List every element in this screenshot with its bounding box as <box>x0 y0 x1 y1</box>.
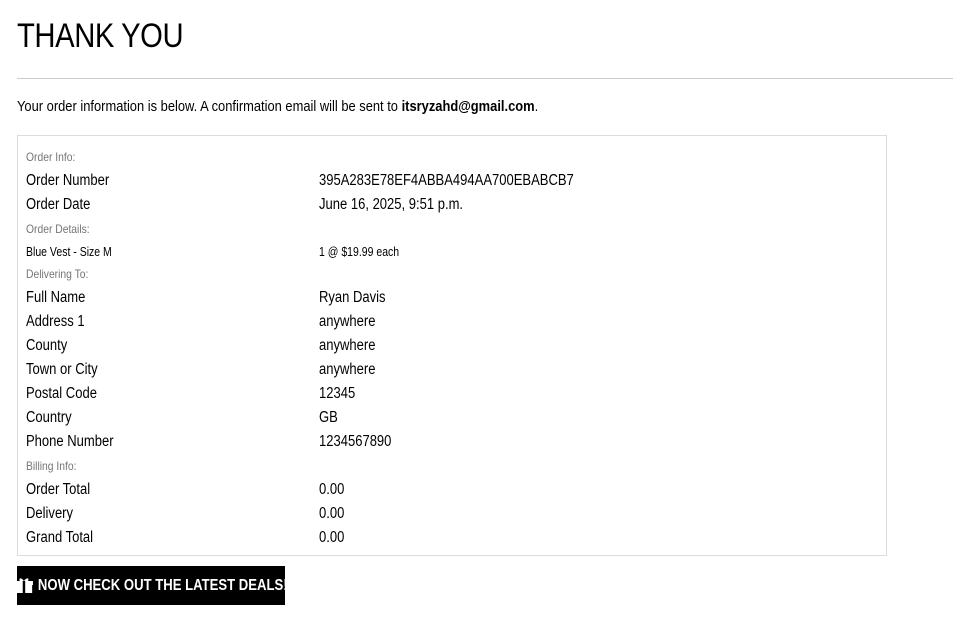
gift-icon <box>14 577 33 593</box>
value-full-name: Ryan Davis <box>319 289 386 306</box>
latest-deals-button[interactable]: Now Check Out The Latest Deals! <box>14 566 288 605</box>
label-phone-number: Phone Number <box>26 433 114 450</box>
confirmation-email: itsryzahd@gmail.com <box>401 98 535 115</box>
value-county: anywhere <box>319 337 376 354</box>
value-postal-code: 12345 <box>319 385 356 402</box>
value-delivery: 0.00 <box>319 505 345 522</box>
label-town-or-city: Town or City <box>26 361 98 378</box>
value-order-total: 0.00 <box>319 481 345 498</box>
value-town-or-city: anywhere <box>319 361 376 378</box>
section-heading-order-details: Order Details: <box>26 222 90 236</box>
label-county: County <box>26 337 68 354</box>
intro-text: Your order information is below. A confi… <box>17 97 538 117</box>
label-order-total: Order Total <box>26 481 91 498</box>
value-order-item: 1 @ $19.99 each <box>319 245 400 259</box>
label-order-date: Order Date <box>26 196 91 213</box>
label-address-1: Address 1 <box>26 313 85 330</box>
label-order-item: Blue Vest - Size M <box>26 245 112 259</box>
value-grand-total: 0.00 <box>319 529 345 546</box>
divider <box>17 78 953 79</box>
label-postal-code: Postal Code <box>26 385 97 402</box>
section-heading-billing-info: Billing Info: <box>26 459 77 473</box>
value-phone-number: 1234567890 <box>319 433 392 450</box>
value-address-1: anywhere <box>319 313 376 330</box>
order-summary-card: Order Info: Order Number 395A283E78EF4AB… <box>17 135 887 556</box>
page-title: THANK YOU <box>17 17 184 55</box>
latest-deals-button-content: Now Check Out The Latest Deals! <box>14 576 288 595</box>
value-order-number: 395A283E78EF4ABBA494AA700EBABCB7 <box>319 172 574 189</box>
value-country: GB <box>319 409 338 426</box>
label-delivery: Delivery <box>26 505 74 522</box>
label-country: Country <box>26 409 72 426</box>
section-heading-delivering-to: Delivering To: <box>26 267 89 281</box>
intro-suffix: . <box>534 98 539 115</box>
intro-prefix: Your order information is below. A confi… <box>17 98 398 115</box>
section-heading-order-info: Order Info: <box>26 150 76 164</box>
latest-deals-button-label: Now Check Out The Latest Deals! <box>37 576 288 594</box>
checkout-success-page: THANK YOU Your order information is belo… <box>0 0 953 640</box>
label-full-name: Full Name <box>26 289 86 306</box>
value-order-date: June 16, 2025, 9:51 p.m. <box>319 196 464 213</box>
label-grand-total: Grand Total <box>26 529 94 546</box>
label-order-number: Order Number <box>26 172 110 189</box>
